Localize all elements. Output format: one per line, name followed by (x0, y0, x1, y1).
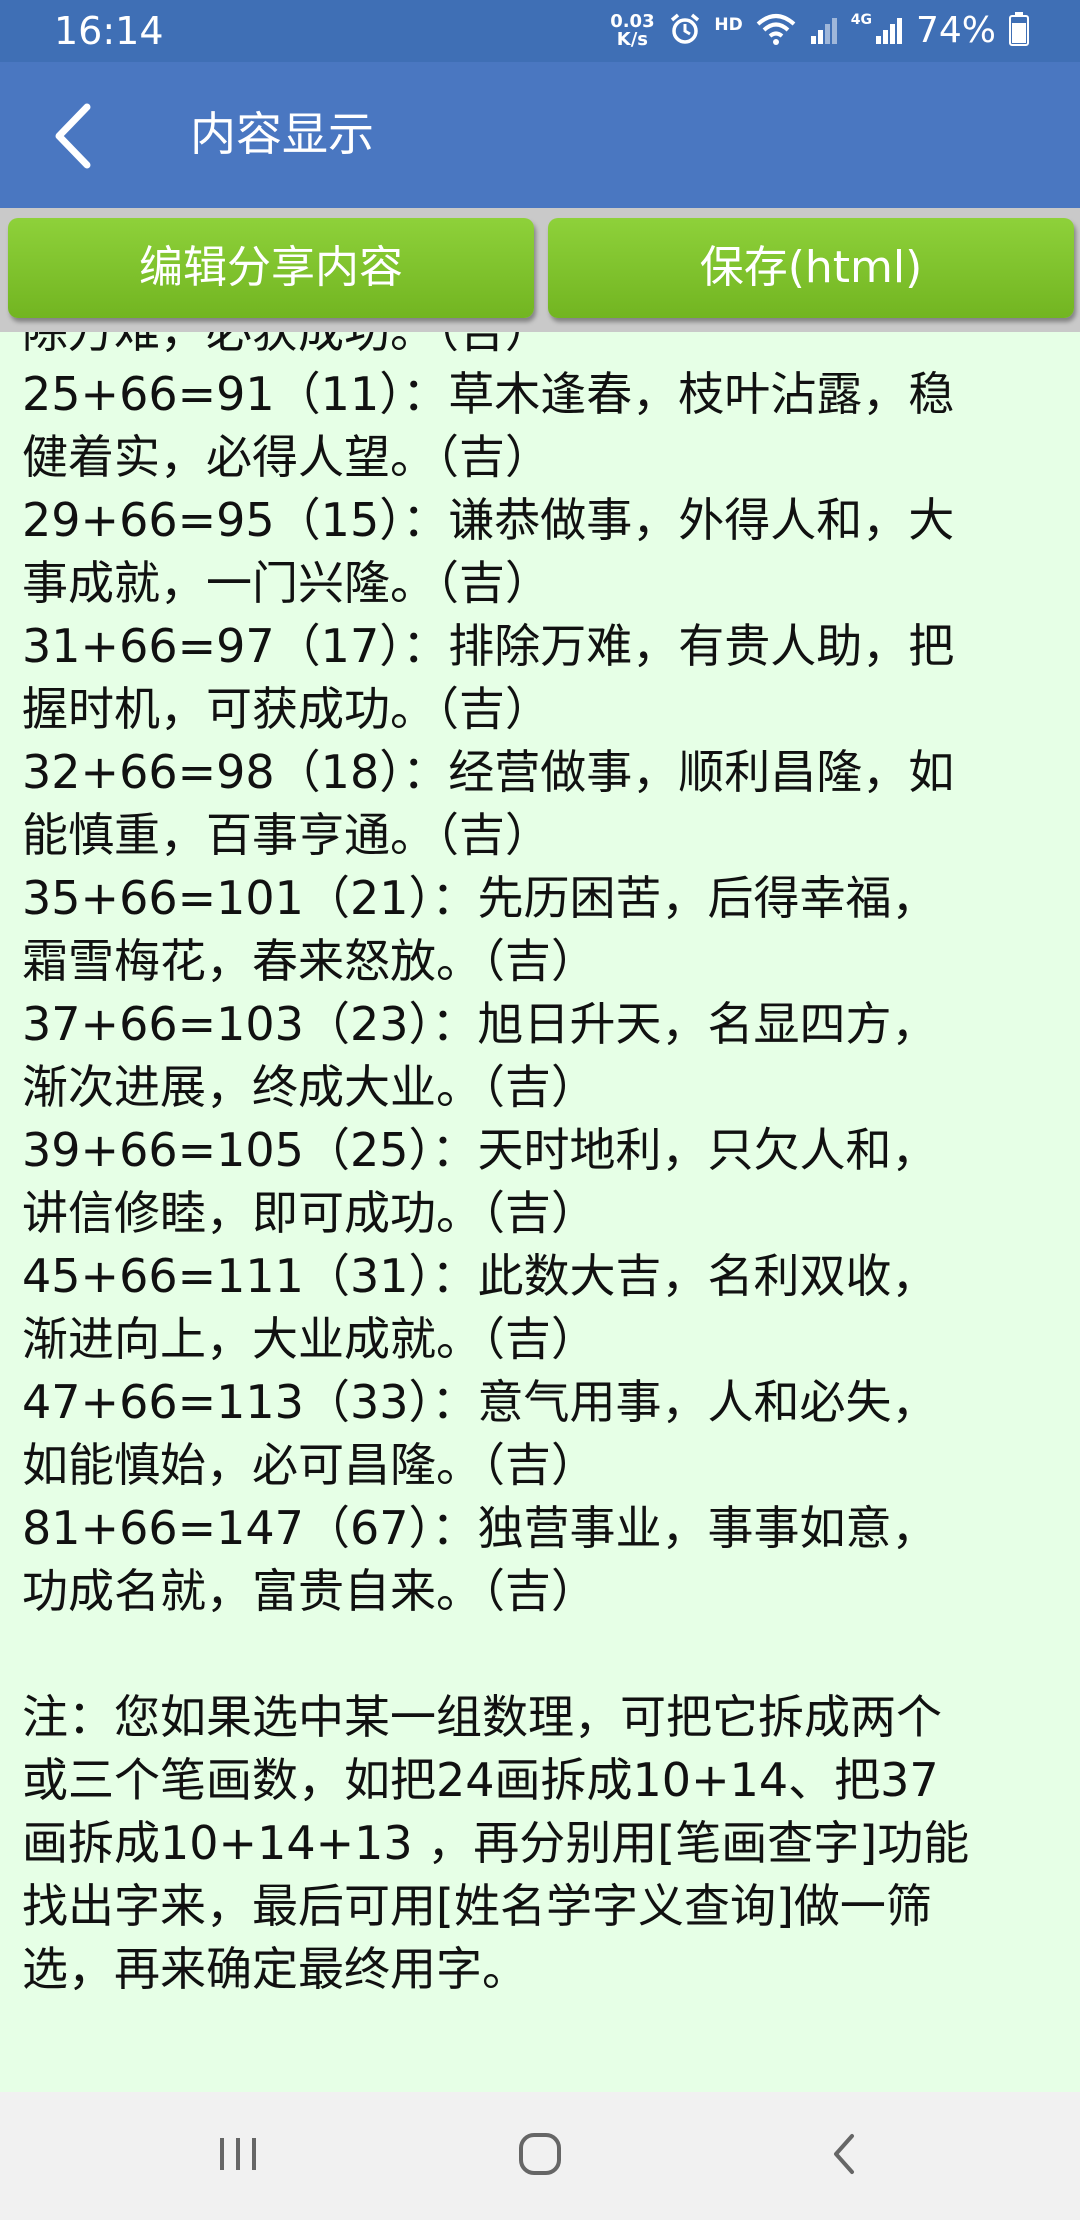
content-line: 37+66=103（23）：旭日升天，名显四方， (22, 997, 938, 1051)
battery-icon (1008, 11, 1030, 51)
status-time: 16:14 (54, 9, 164, 53)
nav-home-button[interactable] (490, 2116, 590, 2196)
back-icon (826, 2130, 862, 2182)
content-line (22, 1623, 1062, 1686)
content-line: 35+66=101（21）：先历困苦，后得幸福， (22, 871, 938, 925)
network-speed-unit: K/s (616, 29, 649, 50)
signal-icon-2 (874, 12, 904, 50)
content-view[interactable]: 除万难，必获成功。（吉） 25+66=91（11）：草木逢春，枝叶沾露，稳健着实，… (0, 332, 1080, 2092)
content-line: 功成名就，富贵自来。（吉） (22, 1564, 597, 1618)
content-line: 39+66=105（25）：天时地利，只欠人和， (22, 1123, 938, 1177)
content-line: 握时机，可获成功。（吉） (22, 682, 551, 736)
nav-back-button[interactable] (794, 2116, 894, 2196)
status-icons: 0.03 K/s HD 4G 74% (608, 8, 1030, 54)
content-line: 事成就，一门兴隆。（吉） (22, 556, 551, 610)
content-line: 渐次进展，终成大业。（吉） (22, 1060, 597, 1114)
content-line: 找出字来，最后可用[姓名学字义查询]做一筛 (22, 1879, 932, 1933)
network-speed: 0.03 K/s (608, 13, 656, 49)
signal-icon-1 (809, 12, 839, 50)
content-line: 健着实，必得人望。（吉） (22, 430, 551, 484)
content-line: 讲信修睦，即可成功。（吉） (22, 1186, 597, 1240)
content-line: 31+66=97（17）：排除万难，有贵人助，把 (22, 619, 955, 673)
chevron-left-icon (47, 101, 97, 175)
page-title: 内容显示 (190, 107, 374, 161)
save-html-button[interactable]: 保存(html) (548, 218, 1074, 318)
content-line: 47+66=113（33）：意气用事，人和必失， (22, 1375, 938, 1429)
toolbar: 编辑分享内容 保存(html) (0, 208, 1080, 332)
content-line: 注：您如果选中某一组数理，可把它拆成两个 (22, 1690, 942, 1744)
content-line: 29+66=95（15）：谦恭做事，外得人和，大 (22, 493, 955, 547)
back-button[interactable] (32, 98, 112, 178)
home-icon (516, 2130, 564, 2182)
alarm-icon (668, 12, 702, 50)
content-line: 渐进向上，大业成就。（吉） (22, 1312, 597, 1366)
content-line: 如能慎始，必可昌隆。（吉） (22, 1438, 597, 1492)
content-line: 81+66=147（67）：独营事业，事事如意， (22, 1501, 938, 1555)
content-line: 选，再来确定最终用字。 (22, 1942, 528, 1996)
network-type-label: 4G (850, 12, 872, 28)
content-line: 或三个笔画数，如把24画拆成10+14、把37 (22, 1753, 939, 1807)
content-line: 45+66=111（31）：此数大吉，名利双收， (22, 1249, 938, 1303)
hd-label: HD (714, 15, 743, 35)
content-line: 32+66=98（18）：经营做事，顺利昌隆，如 (22, 745, 955, 799)
battery-percent: 74% (915, 10, 996, 51)
navigation-bar (0, 2092, 1080, 2220)
content-line: 能慎重，百事亨通。（吉） (22, 808, 551, 862)
content-line: 画拆成10+14+13 ，再分别用[笔画查字]功能 (22, 1816, 970, 1870)
app-bar: 内容显示 (0, 62, 1080, 208)
nav-recent-apps-button[interactable] (188, 2116, 288, 2196)
content-line: 除万难，必获成功。（吉） (22, 332, 1062, 363)
content-text: 除万难，必获成功。（吉） 25+66=91（11）：草木逢春，枝叶沾露，稳健着实，… (22, 332, 1062, 2001)
status-bar: 16:14 0.03 K/s HD 4G 74% (0, 0, 1080, 62)
recent-apps-icon (216, 2134, 260, 2178)
content-line: 25+66=91（11）：草木逢春，枝叶沾露，稳 (22, 367, 955, 421)
edit-share-button[interactable]: 编辑分享内容 (8, 218, 534, 318)
wifi-icon (755, 12, 797, 50)
content-line: 霜雪梅花，春来怒放。（吉） (22, 934, 597, 988)
